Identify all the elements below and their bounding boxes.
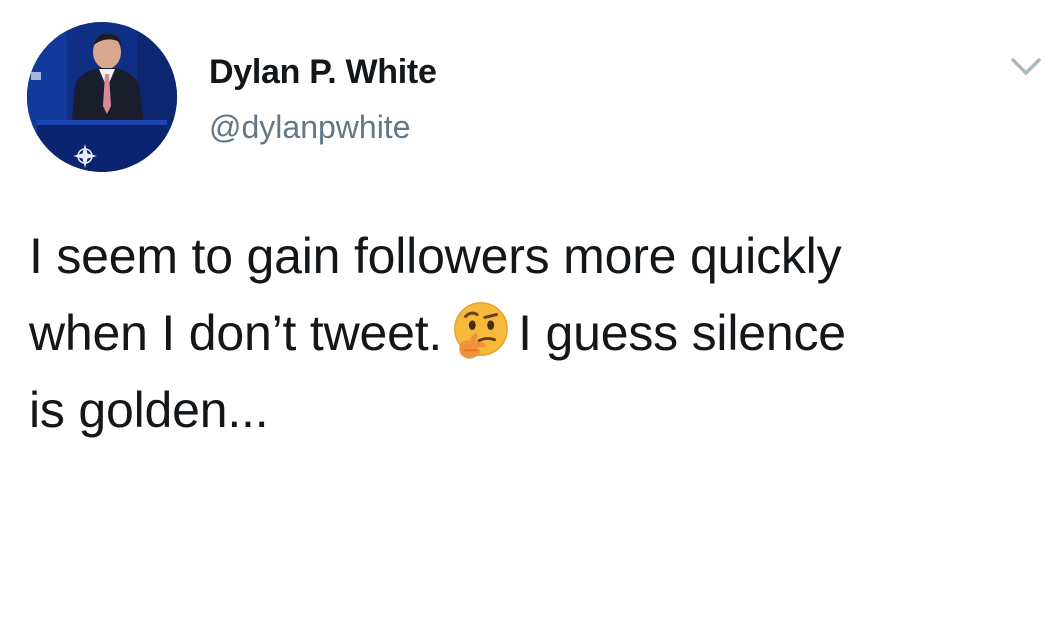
user-handle[interactable]: @dylanpwhite [209,107,437,147]
tweet-text: I seem to gain followers more quickly wh… [29,218,1059,449]
tweet-text-segment: when I don’t tweet. [29,305,443,361]
tweet-text-line: I seem to gain followers more quickly [29,228,842,284]
thinking-face-icon [450,300,512,362]
tweet-text-line: is golden... [29,382,269,438]
user-info: Dylan P. White @dylanpwhite [209,52,437,147]
chevron-down-icon[interactable] [1009,54,1043,78]
tweet-card: Dylan P. White @dylanpwhite I seem to ga… [0,0,1061,631]
display-name[interactable]: Dylan P. White [209,52,437,92]
tweet-text-line: when I don’t tweet. I guess silence [29,295,1059,372]
tweet-text-segment: I guess silence [518,305,846,361]
avatar[interactable] [27,22,177,172]
avatar-image [27,22,177,172]
